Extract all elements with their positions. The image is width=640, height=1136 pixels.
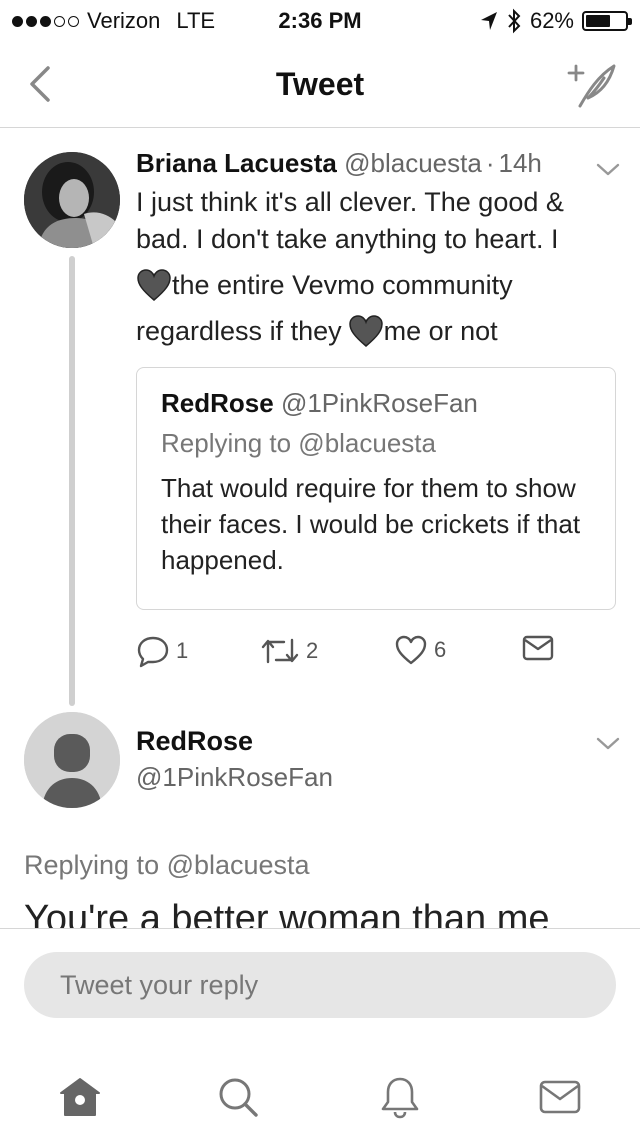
tweet-time: 14h <box>498 148 542 178</box>
retweet-count: 2 <box>306 638 319 663</box>
chevron-down-icon[interactable] <box>595 162 621 178</box>
search-icon <box>219 1078 258 1117</box>
reply-author-avatar[interactable] <box>24 712 120 808</box>
tweet-text-line: me or not <box>383 316 498 346</box>
reply-icon <box>137 636 169 668</box>
thread-connector <box>69 256 75 706</box>
reply-author-name[interactable]: RedRose <box>136 726 253 757</box>
quoted-author-handle: @1PinkRoseFan <box>280 388 478 418</box>
tab-home[interactable] <box>50 1067 110 1127</box>
envelope-icon <box>539 1080 581 1114</box>
reply-input[interactable] <box>24 952 616 1018</box>
header-separator: · <box>485 148 495 178</box>
author-avatar[interactable] <box>24 152 120 248</box>
home-icon <box>60 1078 100 1116</box>
quoted-replying-to: Replying to @blacuesta <box>161 428 436 458</box>
tab-search[interactable] <box>208 1067 268 1127</box>
author-handle[interactable]: @blacuesta <box>344 148 482 178</box>
location-arrow-icon <box>480 12 497 30</box>
tweet-text-line: I just think it's all clever. The good & <box>136 187 564 217</box>
reply-author-handle[interactable]: @1PinkRoseFan <box>136 762 333 793</box>
author-name[interactable]: Briana Lacuesta <box>136 148 337 178</box>
reply-button[interactable]: 1 <box>136 634 188 668</box>
tweet-text-line: regardless if they <box>136 316 342 346</box>
tweet-text-line: bad. I don't take anything to heart. I <box>136 224 559 254</box>
heart-icon <box>395 635 427 665</box>
retweet-icon <box>261 638 299 664</box>
page-title: Tweet <box>275 66 365 102</box>
black-heart-icon <box>137 269 171 301</box>
chevron-down-icon[interactable] <box>595 736 621 752</box>
bluetooth-icon <box>508 8 521 34</box>
reply-composer <box>0 928 640 1136</box>
tweet-header: Briana Lacuesta @blacuesta · 14h <box>136 148 542 179</box>
compose-tweet-icon[interactable] <box>566 58 618 110</box>
battery-icon <box>582 11 632 31</box>
navigation-bar: Tweet <box>0 40 640 128</box>
like-count: 6 <box>434 637 447 662</box>
bell-icon <box>381 1077 419 1119</box>
like-button[interactable]: 6 <box>394 634 446 666</box>
tab-notifications[interactable] <box>370 1067 430 1127</box>
quoted-tweet-text: That would require for them to show thei… <box>161 473 581 575</box>
reply-count: 1 <box>176 638 189 663</box>
retweet-button[interactable]: 2 <box>260 634 318 668</box>
battery-percent: 62% <box>529 8 574 33</box>
envelope-icon <box>522 635 554 661</box>
reply-replying-to: Replying to @blacuesta <box>24 850 310 880</box>
black-heart-icon <box>348 315 383 347</box>
quoted-tweet-card[interactable]: RedRose @1PinkRoseFan Replying to @blacu… <box>136 367 616 610</box>
tweet-actions: 1 2 6 <box>136 634 616 668</box>
status-bar: Verizon LTE 2:36 PM 62% <box>0 0 640 40</box>
tab-messages[interactable] <box>530 1067 590 1127</box>
quoted-author-name: RedRose <box>161 388 274 418</box>
tab-bar <box>0 1057 640 1136</box>
tweet-text: I just think it's all clever. The good &… <box>136 184 626 354</box>
tweet-text-line: the entire Vevmo community <box>172 270 513 300</box>
share-via-message-button[interactable] <box>522 634 554 662</box>
